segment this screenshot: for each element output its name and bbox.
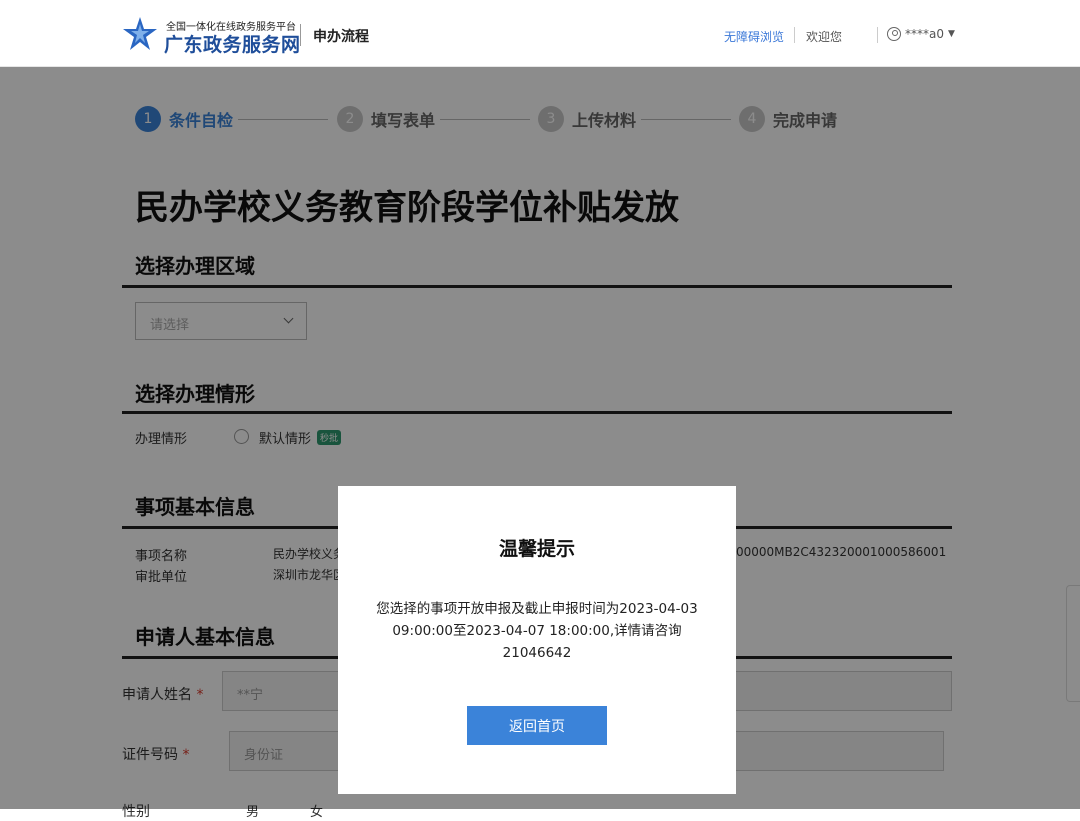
- return-home-button[interactable]: 返回首页: [467, 706, 607, 745]
- welcome-text: 欢迎您: [806, 30, 843, 44]
- logo-icon: [123, 17, 157, 50]
- user-name: ****a0: [905, 27, 944, 41]
- user-menu[interactable]: ****a0 ▼: [887, 27, 955, 41]
- notice-modal: 温馨提示 您选择的事项开放申报及截止申报时间为2023-04-03 09:00:…: [338, 486, 736, 794]
- modal-title: 温馨提示: [498, 538, 575, 560]
- modal-message: 您选择的事项开放申报及截止申报时间为2023-04-03 09:00:00至20…: [376, 601, 698, 661]
- header-separator: [877, 27, 878, 43]
- chevron-down-icon: ▼: [948, 29, 955, 39]
- header-divider: [300, 24, 301, 46]
- accessibility-link[interactable]: 无障碍浏览: [724, 28, 784, 45]
- header-separator: [794, 27, 795, 43]
- top-header: 全国一体化在线政务服务平台 广东政务服务网 申办流程 无障碍浏览 欢迎您 ***…: [0, 0, 1080, 67]
- header-section-title: 申办流程: [313, 29, 369, 45]
- logo-title[interactable]: 广东政务服务网: [164, 30, 301, 57]
- user-icon: [887, 27, 901, 41]
